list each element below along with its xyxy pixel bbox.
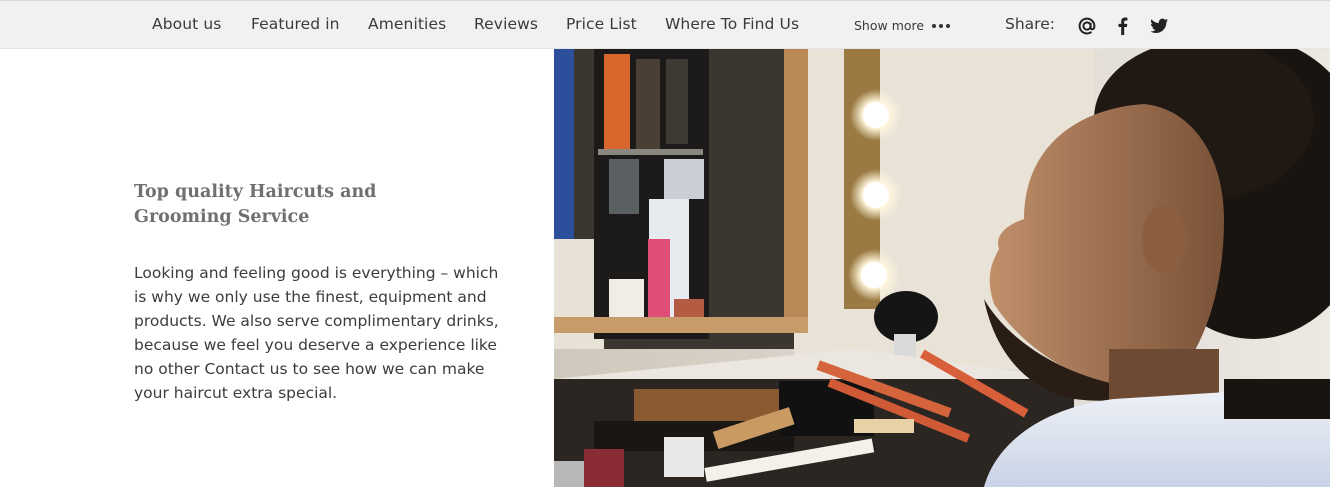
nav-item-reviews[interactable]: Reviews	[474, 15, 538, 33]
twitter-icon[interactable]	[1148, 15, 1170, 37]
nav-item-featured-in[interactable]: Featured in	[251, 15, 340, 33]
more-dots-icon	[932, 23, 951, 28]
email-at-icon[interactable]	[1076, 15, 1098, 37]
intro-section: Top quality Haircuts and Grooming Servic…	[0, 49, 554, 487]
nav-item-about-us[interactable]: About us	[152, 15, 221, 33]
facebook-icon[interactable]	[1112, 15, 1134, 37]
nav-item-price-list[interactable]: Price List	[566, 15, 637, 33]
barber-photo	[554, 49, 1330, 487]
nav-item-where-to-find-us[interactable]: Where To Find Us	[665, 15, 799, 33]
share-label: Share:	[1005, 15, 1055, 33]
section-heading: Top quality Haircuts and Grooming Servic…	[134, 182, 377, 227]
nav-item-amenities[interactable]: Amenities	[368, 15, 446, 33]
show-more-label: Show more	[854, 18, 925, 33]
section-description: Looking and feeling good is everything –…	[134, 264, 499, 402]
show-more-button[interactable]: Show more	[854, 18, 951, 33]
top-navigation-bar: About us Featured in Amenities Reviews P…	[0, 0, 1330, 49]
